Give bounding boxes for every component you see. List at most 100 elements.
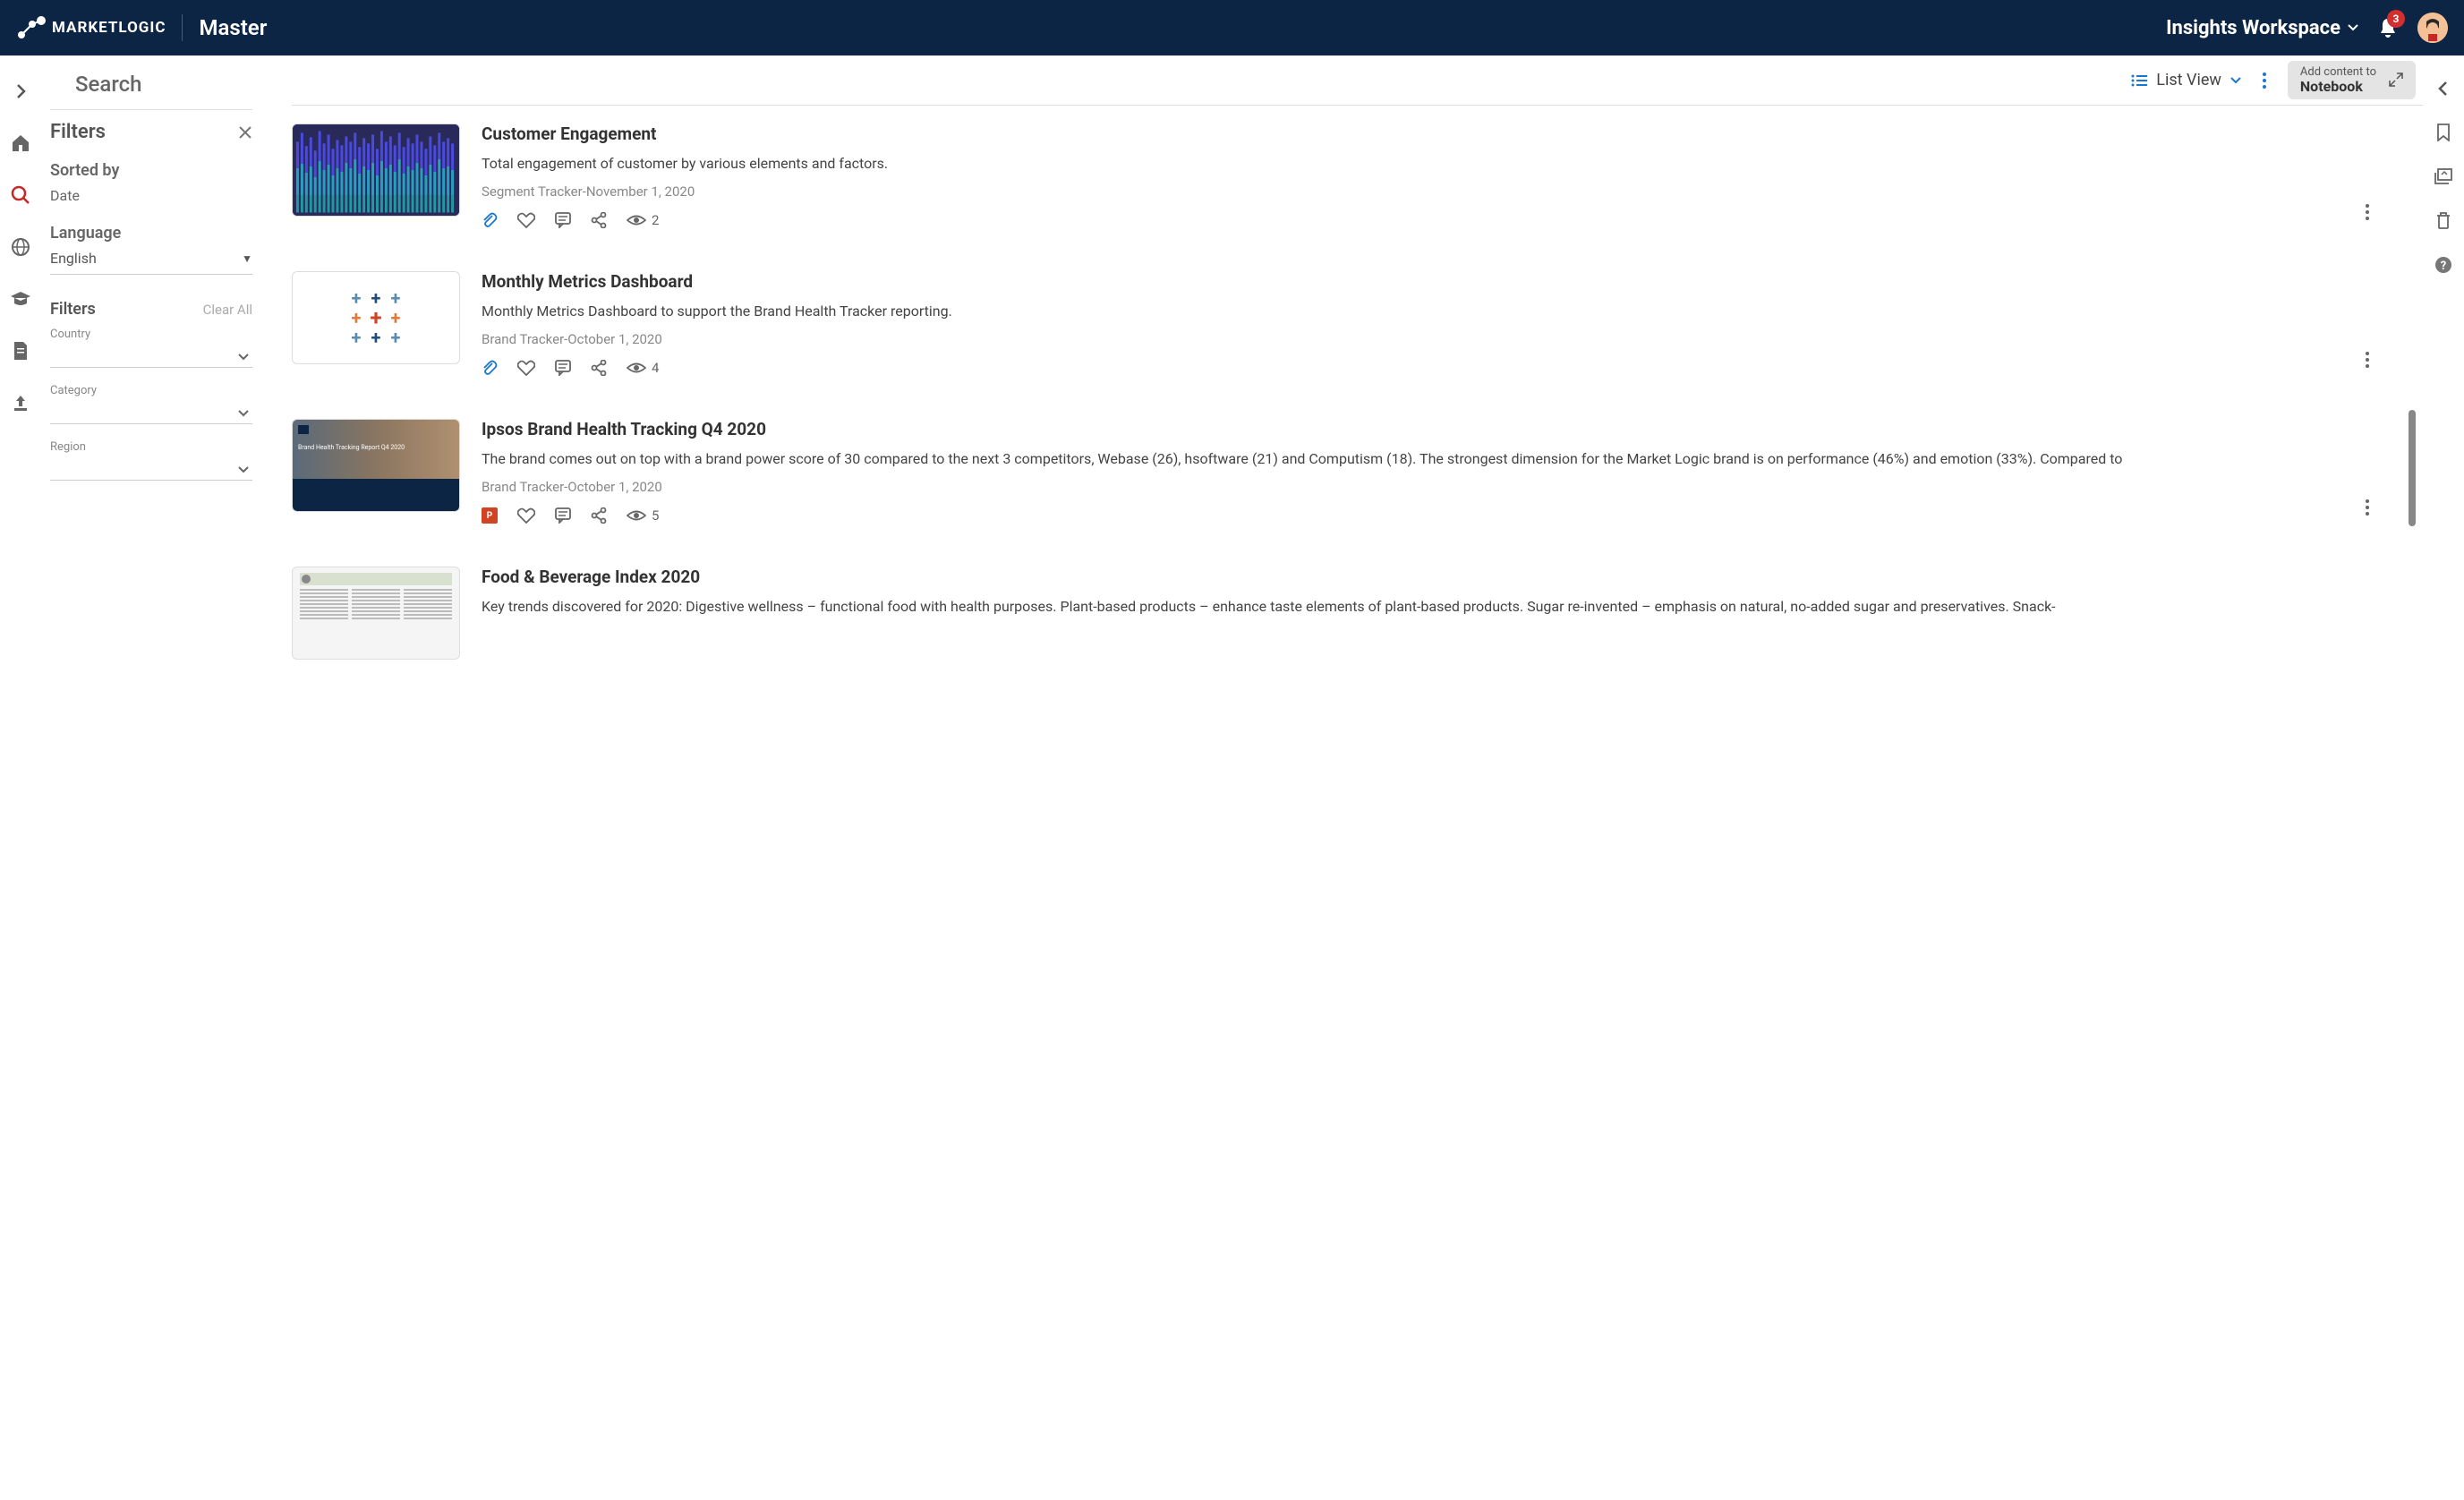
like-button[interactable] — [517, 212, 535, 228]
nav-education[interactable] — [10, 288, 31, 310]
clear-all-button[interactable]: Clear All — [203, 302, 252, 318]
result-actions: 4 — [482, 360, 2369, 376]
view-toggle[interactable]: List View — [2131, 71, 2241, 89]
nav-home[interactable] — [10, 132, 31, 154]
close-filters-button[interactable] — [238, 125, 252, 140]
result-card: +++ +++ +++ Monthly Metrics Dashboard Mo… — [292, 271, 2369, 376]
right-nav-help[interactable]: ? — [2434, 256, 2452, 274]
result-more-button[interactable] — [2366, 352, 2369, 368]
nav-globe[interactable] — [10, 236, 31, 258]
filter-country[interactable]: Country — [50, 328, 252, 368]
expand-rail-button[interactable] — [10, 81, 31, 102]
kebab-icon — [2263, 72, 2266, 89]
scrollbar[interactable] — [2409, 410, 2416, 526]
result-more-button[interactable] — [2366, 499, 2369, 516]
comment-icon — [555, 360, 571, 376]
share-icon — [591, 212, 607, 228]
filters-sub-heading: Filters — [50, 300, 96, 319]
right-nav-bookmark[interactable] — [2436, 124, 2451, 141]
result-thumbnail[interactable] — [292, 124, 460, 217]
share-icon — [591, 507, 607, 524]
result-description: Monthly Metrics Dashboard to support the… — [482, 301, 2369, 322]
avatar-icon — [2417, 13, 2448, 43]
eye-icon — [627, 362, 646, 374]
right-nav-trash[interactable] — [2435, 211, 2451, 229]
nav-upload[interactable] — [10, 392, 31, 413]
heart-icon — [517, 212, 535, 228]
user-avatar[interactable] — [2417, 13, 2448, 43]
list-view-icon — [2131, 74, 2147, 87]
comment-button[interactable] — [555, 507, 571, 524]
nav-document[interactable] — [10, 340, 31, 362]
help-icon: ? — [2434, 256, 2452, 274]
chevron-left-icon — [2437, 81, 2450, 97]
share-button[interactable] — [591, 360, 607, 376]
chevron-down-icon — [2230, 77, 2241, 84]
left-nav-rail — [0, 55, 41, 1500]
notebook-line2: Notebook — [2300, 79, 2376, 95]
result-title[interactable]: Food & Beverage Index 2020 — [482, 567, 2369, 587]
comment-button[interactable] — [555, 212, 571, 228]
workspace-dropdown[interactable]: Insights Workspace — [2166, 17, 2358, 39]
result-thumbnail[interactable]: +++ +++ +++ — [292, 271, 460, 364]
sorted-by-value[interactable]: Date — [50, 187, 252, 204]
caret-down-icon: ▼ — [242, 252, 252, 265]
result-title[interactable]: Ipsos Brand Health Tracking Q4 2020 — [482, 419, 2369, 439]
right-nav-collections[interactable] — [2434, 168, 2452, 184]
collapse-right-rail-button[interactable] — [2437, 81, 2450, 97]
results-list: Customer Engagement Total engagement of … — [292, 106, 2423, 1500]
share-button[interactable] — [591, 507, 607, 524]
filter-category[interactable]: Category — [50, 384, 252, 424]
filter-label: Country — [50, 328, 252, 341]
result-thumbnail[interactable] — [292, 567, 460, 660]
chevron-right-icon — [14, 83, 27, 99]
like-button[interactable] — [517, 507, 535, 524]
page-title: Search — [50, 72, 252, 97]
views-count: 5 — [652, 507, 659, 524]
bookmark-icon — [2436, 124, 2451, 141]
result-actions: P 5 — [482, 507, 2369, 524]
document-thumb-icon — [293, 567, 459, 659]
share-icon — [591, 360, 607, 376]
header-divider — [182, 14, 183, 41]
filters-heading: Filters — [50, 121, 106, 143]
attachment-button[interactable] — [482, 360, 498, 376]
kebab-icon — [2366, 352, 2369, 368]
language-label: Language — [50, 224, 252, 243]
language-select[interactable]: English ▼ — [50, 250, 252, 275]
view-label: List View — [2156, 71, 2221, 89]
nav-search[interactable] — [10, 184, 31, 206]
ppt-thumb-icon: Brand Health Tracking Report Q4 2020 — [293, 420, 459, 511]
app-name[interactable]: Master — [199, 15, 267, 40]
comment-icon — [555, 212, 571, 228]
filter-select[interactable] — [50, 459, 252, 481]
result-description: The brand comes out on top with a brand … — [482, 448, 2369, 470]
logo[interactable]: MARKETLOGIC — [16, 15, 166, 40]
filter-region[interactable]: Region — [50, 440, 252, 481]
add-to-notebook-button[interactable]: Add content to Notebook — [2288, 61, 2416, 100]
heart-icon — [517, 360, 535, 376]
result-title[interactable]: Customer Engagement — [482, 124, 2369, 144]
right-nav-rail: ? — [2423, 55, 2464, 1500]
like-button[interactable] — [517, 360, 535, 376]
result-more-button[interactable] — [2366, 204, 2369, 220]
chevron-down-icon — [238, 410, 249, 417]
results-toolbar: List View Add content to Notebook — [292, 55, 2423, 106]
result-meta: Brand Tracker-October 1, 2020 — [482, 479, 2369, 495]
result-meta: Segment Tracker-November 1, 2020 — [482, 183, 2369, 200]
result-thumbnail[interactable]: Brand Health Tracking Report Q4 2020 — [292, 419, 460, 512]
paperclip-icon — [482, 360, 498, 376]
svg-text:?: ? — [2441, 260, 2446, 273]
share-button[interactable] — [591, 212, 607, 228]
toolbar-more-button[interactable] — [2257, 72, 2272, 89]
comment-button[interactable] — [555, 360, 571, 376]
filter-select[interactable] — [50, 346, 252, 368]
result-title[interactable]: Monthly Metrics Dashboard — [482, 271, 2369, 292]
filters-sidebar: Search Filters Sorted by Date Language E… — [41, 55, 256, 1500]
notifications-button[interactable]: 3 — [2378, 17, 2398, 38]
attachment-button[interactable] — [482, 212, 498, 228]
filter-select[interactable] — [50, 403, 252, 424]
sorted-by-label: Sorted by — [50, 161, 252, 180]
powerpoint-icon: P — [482, 507, 498, 524]
result-meta: Brand Tracker-October 1, 2020 — [482, 331, 2369, 347]
